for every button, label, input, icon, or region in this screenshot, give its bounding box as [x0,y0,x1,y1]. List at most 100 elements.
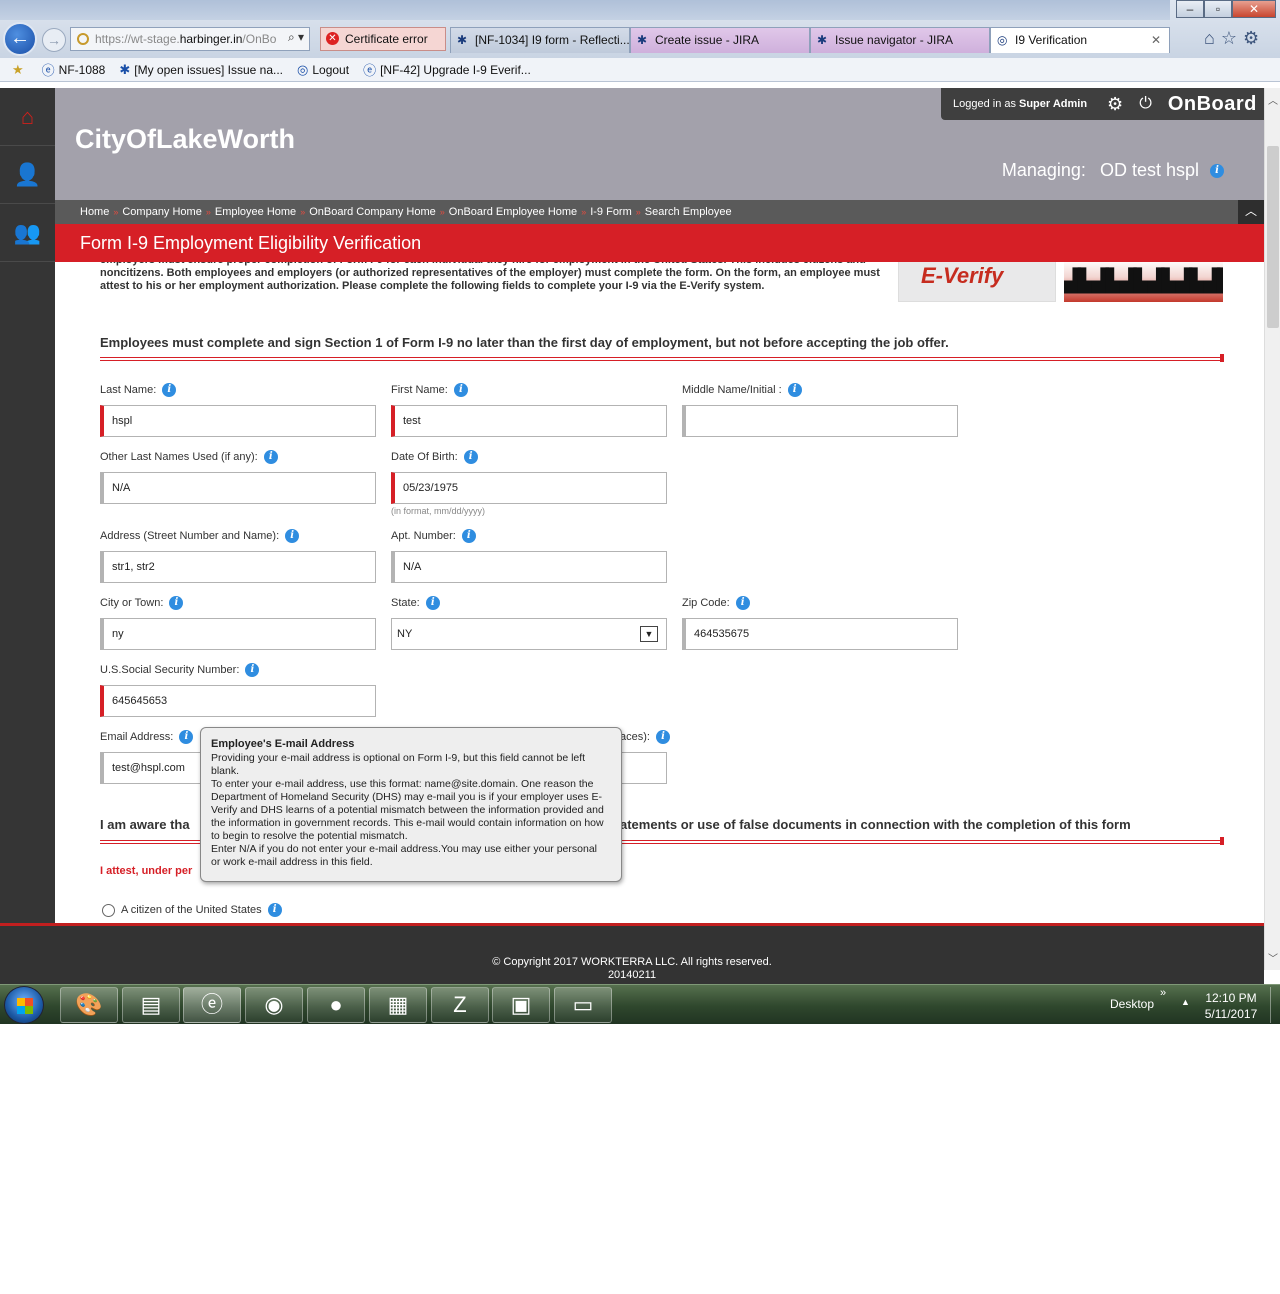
info-icon[interactable]: i [461,529,476,543]
scroll-down-icon[interactable]: ﹀ [1265,952,1280,968]
tab-nf-1034[interactable]: ✱ [NF-1034] I9 form - Reflecti... [450,27,630,53]
forward-button[interactable]: → [42,28,66,52]
address-bar[interactable]: https://wt-stage.harbinger.in/OnBo [70,27,310,51]
info-icon[interactable]: i [263,450,278,464]
citizen-option[interactable]: A citizen of the United States i [102,903,282,917]
address-field[interactable]: str1, str2 [100,551,376,583]
chevron-down-icon[interactable]: ▼ [640,626,658,642]
section-divider [100,354,1224,362]
info-icon[interactable]: i [463,450,478,464]
aware-heading-start: I am aware tha [100,817,190,832]
desktop-toolbar-label[interactable]: Desktop [1110,997,1154,1011]
taskbar-notes-icon[interactable]: ▤ [122,987,180,1023]
ssn-field[interactable]: 645645653 [100,685,376,717]
tab-i9-verification[interactable]: ◎ I9 Verification ✕ [990,27,1170,53]
favorite-logout[interactable]: ◎ Logout [297,62,349,78]
tooltip-paragraph-2: To enter your e-mail address, use this f… [211,778,604,842]
certificate-error-label: Certificate error [345,32,428,46]
home-icon[interactable]: ⌂ [1204,28,1221,48]
tray-expand-icon[interactable]: ▲ [1181,997,1190,1007]
dob-field[interactable]: 05/23/1975 [391,472,667,504]
taskbar-folder-icon[interactable]: ▣ [492,987,550,1023]
favorite-nf-1088[interactable]: ⓔ NF-1088 [42,60,106,79]
nav-home-icon[interactable]: ⌂ [0,88,55,146]
middle-name-field[interactable] [682,405,958,437]
favorites-star-icon[interactable]: ★ [12,62,28,78]
taskbar-paint-icon[interactable]: 🎨 [60,987,118,1023]
nav-employee-icon[interactable]: 👤 [0,146,55,204]
breadcrumb-search-employee[interactable]: Search Employee [645,206,732,218]
scroll-thumb[interactable] [1267,146,1279,328]
last-name-field[interactable]: hspl [100,405,376,437]
breadcrumb-employee-home[interactable]: Employee Home [215,206,296,218]
ssn-label: U.S.Social Security Number: i [100,663,260,677]
info-icon[interactable]: i [453,383,468,397]
page-title: Form I-9 Employment Eligibility Verifica… [55,224,1264,262]
info-icon[interactable]: i [169,596,184,610]
taskbar-ie-icon[interactable]: ⓔ [183,987,241,1023]
gear-icon[interactable]: ⚙ [1243,28,1265,48]
info-icon[interactable]: i [425,596,440,610]
apt-number-label: Apt. Number: i [391,529,476,543]
breadcrumb-onboard-employee-home[interactable]: OnBoard Employee Home [449,206,577,218]
favorite-my-open-issues[interactable]: ✱ [My open issues] Issue na... [119,62,283,78]
footer: © Copyright 2017 WORKTERRA LLC. All righ… [0,923,1264,984]
label-text: Other Last Names Used (if any): [100,450,258,463]
managing-label: Managing: [1001,160,1086,180]
jira-icon: ✱ [817,33,828,47]
taskbar-z-app-icon[interactable]: Z [431,987,489,1023]
address-host: harbinger.in [179,32,243,46]
search-icon[interactable]: ⌕ ▾ [288,30,304,45]
breadcrumb-separator-icon: » [439,207,445,217]
site-icon: ◎ [297,61,309,77]
collapse-header-icon[interactable]: ︿ [1238,200,1264,224]
settings-gear-icon[interactable]: ⚙ [1107,94,1123,115]
page-scrollbar[interactable]: ︿ ﹀ [1264,88,1280,970]
info-icon[interactable]: i [267,903,282,917]
breadcrumb-i9-form[interactable]: I-9 Form [590,206,632,218]
chevron-right-icon[interactable]: » [1160,987,1166,999]
maximize-button[interactable]: ▫ [1204,0,1232,18]
taskbar-firefox-icon[interactable]: ● [307,987,365,1023]
info-icon[interactable]: i [655,730,670,744]
site-icon [77,33,89,45]
scroll-up-icon[interactable]: ︿ [1265,94,1280,110]
star-icon[interactable]: ☆ [1221,28,1243,48]
info-icon[interactable]: i [787,383,802,397]
info-icon[interactable]: i [179,730,194,744]
info-icon[interactable]: i [245,663,260,677]
apt-number-field[interactable]: N/A [391,551,667,583]
breadcrumb: Home» Company Home» Employee Home» OnBoa… [55,200,1264,224]
certificate-error-badge[interactable]: ✕ Certificate error [320,27,446,51]
show-desktop-button[interactable] [1270,987,1278,1023]
info-icon[interactable]: i [735,596,750,610]
close-window-button[interactable]: ✕ [1232,0,1276,18]
info-icon[interactable]: i [285,529,300,543]
back-button[interactable]: ← [3,22,37,56]
citizen-radio[interactable] [102,903,115,917]
first-name-field[interactable]: test [391,405,667,437]
tab-create-issue[interactable]: ✱ Create issue - JIRA [630,27,810,53]
state-select[interactable]: NY ▼ [391,618,667,650]
city-field[interactable]: ny [100,618,376,650]
breadcrumb-onboard-company-home[interactable]: OnBoard Company Home [309,206,436,218]
clock[interactable]: 12:10 PM 5/11/2017 [1196,990,1266,1022]
taskbar-sticky-notes-icon[interactable]: ▦ [369,987,427,1023]
close-tab-icon[interactable]: ✕ [1151,28,1161,52]
favorite-nf-42[interactable]: ⓔ [NF-42] Upgrade I-9 Everif... [363,60,531,79]
logout-power-icon[interactable]: ⏻ [1139,95,1152,113]
taskbar-chrome-icon[interactable]: ◉ [245,987,303,1023]
zip-field[interactable]: 464535675 [682,618,958,650]
label-text: Zip Code: [682,596,730,609]
tab-issue-navigator[interactable]: ✱ Issue navigator - JIRA [810,27,990,53]
taskbar-image-viewer-icon[interactable]: ▭ [554,987,612,1023]
nav-employees-icon[interactable]: 👥 [0,204,55,262]
info-icon[interactable]: i [1210,164,1224,179]
breadcrumb-home[interactable]: Home [80,206,109,218]
start-button[interactable] [4,986,44,1024]
jira-icon: ✱ [119,61,131,77]
minimize-button[interactable]: – [1176,0,1204,18]
info-icon[interactable]: i [162,383,177,397]
other-last-names-field[interactable]: N/A [100,472,376,504]
breadcrumb-company-home[interactable]: Company Home [122,206,201,218]
